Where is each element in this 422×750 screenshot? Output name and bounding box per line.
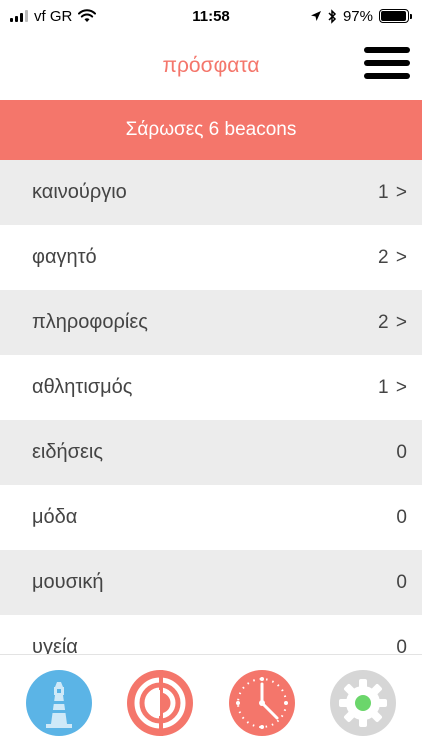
scan-banner-text: Σάρωσες 6 beacons xyxy=(125,119,297,140)
list-item-label: φαγητό xyxy=(32,246,97,268)
list-item[interactable]: ειδήσεις 0 xyxy=(0,420,422,485)
tab-lighthouse[interactable] xyxy=(24,668,94,738)
list-item[interactable]: μουσική 0 xyxy=(0,550,422,615)
list-item-label: ειδήσεις xyxy=(32,441,103,463)
tab-bar xyxy=(0,654,422,750)
list-item-count: 1 > xyxy=(378,376,408,398)
category-list: καινούργιο 1 > φαγητό 2 > πληροφορίες 2 … xyxy=(0,160,422,654)
carrier-label: vf GR xyxy=(34,7,73,25)
beacon-radar-icon xyxy=(127,669,194,736)
list-item-label: αθλητισμός xyxy=(32,376,133,398)
battery-percent: 97% xyxy=(342,7,373,25)
nav-bar: πρόσφατα xyxy=(0,32,422,100)
settings-gear-icon xyxy=(330,669,397,736)
status-right: 97% xyxy=(310,8,412,25)
page-title: πρόσφατα xyxy=(162,54,260,77)
location-arrow-icon xyxy=(310,11,321,21)
list-item[interactable]: φαγητό 2 > xyxy=(0,225,422,290)
list-item-count: 2 > xyxy=(378,246,408,268)
bluetooth-icon xyxy=(328,8,337,24)
list-item[interactable]: αθλητισμός 1 > xyxy=(0,355,422,420)
list-item[interactable]: μόδα 0 xyxy=(0,485,422,550)
clock-icon xyxy=(228,669,295,736)
list-item-label: μουσική xyxy=(32,571,104,593)
list-item-label: πληροφορίες xyxy=(32,311,148,333)
list-item-label: καινούργιο xyxy=(32,181,127,203)
list-item[interactable]: πληροφορίες 2 > xyxy=(0,290,422,355)
scan-banner: Σάρωσες 6 beacons xyxy=(0,100,422,160)
tab-recent[interactable] xyxy=(227,668,297,738)
hamburger-icon-bar xyxy=(364,73,410,79)
app-screen: vf GR 11:58 97% πρόσφατα Σάρωσες 6 beaco… xyxy=(0,0,422,750)
tab-beacons[interactable] xyxy=(125,668,195,738)
list-item-count: 2 > xyxy=(378,311,408,333)
hamburger-icon-bar xyxy=(364,47,410,53)
list-item-count: 0 xyxy=(396,441,408,463)
list-item-count: 1 > xyxy=(378,181,408,203)
list-item-count: 0 xyxy=(396,571,408,593)
signal-icon xyxy=(10,10,28,22)
list-item-label: μόδα xyxy=(32,506,78,528)
hamburger-icon-bar xyxy=(364,60,410,66)
list-item-count: 0 xyxy=(396,636,408,655)
status-left: vf GR xyxy=(10,7,97,25)
wifi-icon xyxy=(78,9,97,22)
tab-settings[interactable] xyxy=(328,668,398,738)
list-item[interactable]: υγεία 0 xyxy=(0,615,422,654)
list-item-count: 0 xyxy=(396,506,408,528)
menu-button[interactable] xyxy=(364,45,410,81)
list-item[interactable]: καινούργιο 1 > xyxy=(0,160,422,225)
status-bar: vf GR 11:58 97% xyxy=(0,0,422,32)
list-item-label: υγεία xyxy=(32,636,78,654)
lighthouse-icon xyxy=(25,669,92,736)
battery-icon xyxy=(379,9,412,23)
